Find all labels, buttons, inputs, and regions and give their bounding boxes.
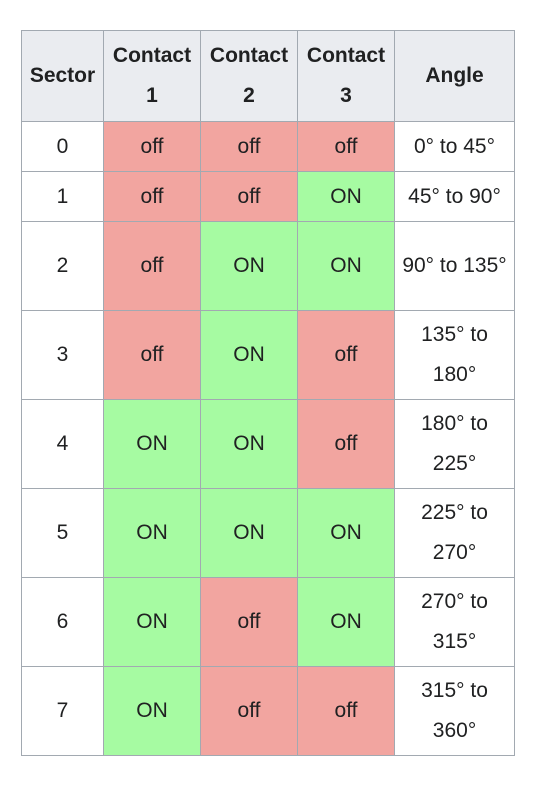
header-contact-2: Contact 2 [200,30,298,122]
contact-3-cell: ON [297,577,395,667]
table-row: 4 ON ON off 180° to 225° [21,399,515,489]
contact-3-cell: ON [297,171,395,222]
contact-3-cell: ON [297,221,395,311]
table-row: 7 ON off off 315° to 360° [21,666,515,756]
header-contact-3: Contact 3 [297,30,395,122]
sector-cell: 4 [21,399,104,489]
sector-cell: 2 [21,221,104,311]
contact-1-cell: ON [103,666,201,756]
contact-3-cell: off [297,399,395,489]
contact-2-cell: off [200,577,298,667]
contact-2-cell: off [200,666,298,756]
contact-3-cell: off [297,310,395,400]
sector-table-container: Sector Contact 1 Contact 2 Contact 3 Ang… [21,30,515,756]
header-sector: Sector [21,30,104,122]
table-row: 2 off ON ON 90° to 135° [21,221,515,311]
contact-2-cell: ON [200,488,298,578]
angle-cell: 270° to 315° [394,577,515,667]
sector-cell: 6 [21,577,104,667]
table-row: 3 off ON off 135° to 180° [21,310,515,400]
angle-cell: 225° to 270° [394,488,515,578]
header-contact-1: Contact 1 [103,30,201,122]
contact-3-cell: off [297,121,395,172]
contact-2-cell: off [200,121,298,172]
angle-cell: 180° to 225° [394,399,515,489]
contact-1-cell: off [103,221,201,311]
contact-1-cell: ON [103,577,201,667]
table-row: 1 off off ON 45° to 90° [21,171,515,222]
angle-cell: 90° to 135° [394,221,515,311]
sector-cell: 7 [21,666,104,756]
contact-1-cell: ON [103,488,201,578]
contact-1-cell: off [103,310,201,400]
header-row: Sector Contact 1 Contact 2 Contact 3 Ang… [21,30,515,122]
sector-cell: 1 [21,171,104,222]
sector-cell: 5 [21,488,104,578]
contact-1-cell: off [103,171,201,222]
contact-2-cell: ON [200,399,298,489]
header-angle: Angle [394,30,515,122]
contact-3-cell: off [297,666,395,756]
contact-1-cell: off [103,121,201,172]
angle-cell: 45° to 90° [394,171,515,222]
contact-1-cell: ON [103,399,201,489]
contact-3-cell: ON [297,488,395,578]
contact-2-cell: ON [200,221,298,311]
table-row: 6 ON off ON 270° to 315° [21,577,515,667]
sector-cell: 0 [21,121,104,172]
table-row: 0 off off off 0° to 45° [21,121,515,172]
angle-cell: 0° to 45° [394,121,515,172]
sector-contact-table: Sector Contact 1 Contact 2 Contact 3 Ang… [21,30,515,756]
table-row: 5 ON ON ON 225° to 270° [21,488,515,578]
contact-2-cell: off [200,171,298,222]
angle-cell: 315° to 360° [394,666,515,756]
sector-cell: 3 [21,310,104,400]
angle-cell: 135° to 180° [394,310,515,400]
contact-2-cell: ON [200,310,298,400]
